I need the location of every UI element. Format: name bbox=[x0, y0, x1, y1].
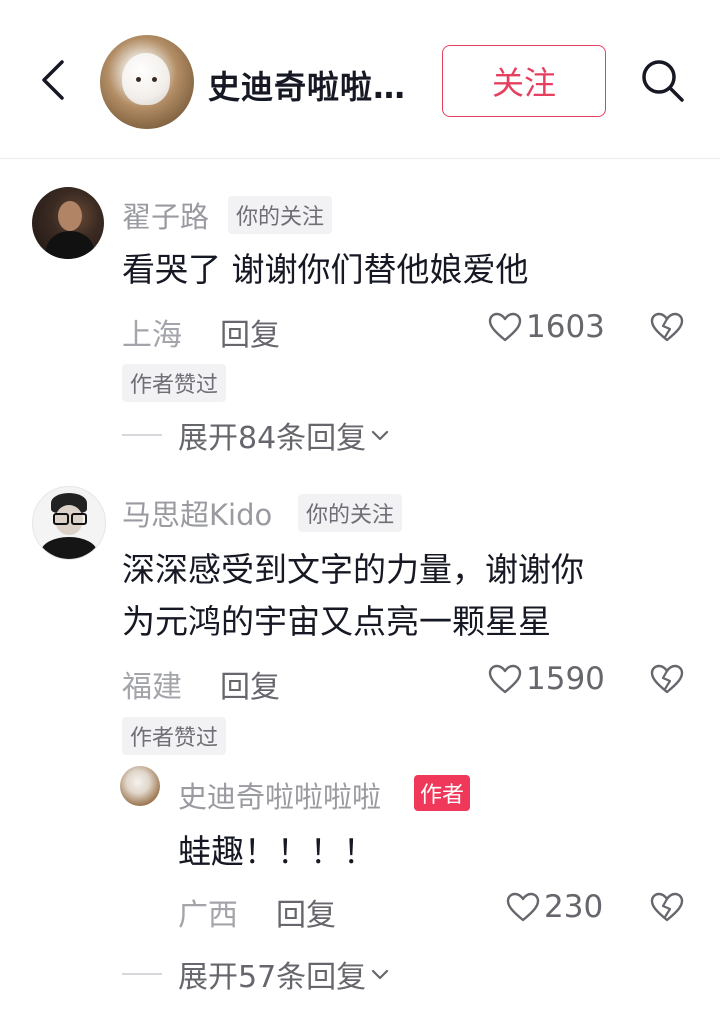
expand-replies[interactable]: 展开57条回复 bbox=[122, 952, 390, 996]
reply-button[interactable]: 回复 bbox=[220, 662, 280, 706]
top-bar: 史迪奇啦啦… 关注 bbox=[0, 0, 720, 159]
expand-replies-label: 展开84条回复 bbox=[178, 421, 367, 456]
author-liked-badge: 作者赞过 bbox=[122, 364, 227, 402]
like-count: 230 bbox=[544, 889, 604, 925]
heart-icon bbox=[506, 892, 540, 922]
chevron-down-icon bbox=[372, 430, 389, 441]
heart-icon bbox=[488, 312, 522, 342]
following-tag: 你的关注 bbox=[298, 494, 403, 532]
divider-line bbox=[122, 434, 162, 436]
commenter-avatar[interactable] bbox=[32, 187, 104, 259]
profile-avatar[interactable] bbox=[100, 35, 194, 129]
back-arrow-icon[interactable] bbox=[38, 58, 70, 102]
following-tag: 你的关注 bbox=[228, 196, 333, 234]
comment-location: 福建 bbox=[122, 670, 182, 705]
expand-replies-label: 展开57条回复 bbox=[178, 960, 367, 995]
search-icon[interactable] bbox=[640, 58, 686, 104]
like-count: 1590 bbox=[526, 661, 605, 697]
like-button[interactable]: 230 bbox=[506, 889, 603, 925]
comment-text-line: 深深感受到文字的力量，谢谢你 bbox=[122, 550, 584, 589]
reply-avatar[interactable] bbox=[120, 766, 160, 806]
author-liked-badge: 作者赞过 bbox=[122, 717, 227, 755]
reply-location: 广西 bbox=[178, 898, 238, 933]
reply-text: 蛙趣！！！！ bbox=[178, 832, 376, 871]
expand-replies[interactable]: 展开84条回复 bbox=[122, 413, 390, 457]
comment-location: 上海 bbox=[122, 318, 182, 353]
like-button[interactable]: 1590 bbox=[488, 661, 605, 697]
dislike-icon[interactable] bbox=[650, 664, 684, 694]
like-count: 1603 bbox=[526, 309, 605, 345]
dislike-icon[interactable] bbox=[650, 892, 684, 922]
heart-icon bbox=[488, 664, 522, 694]
comment-text-line: 为元鸿的宇宙又点亮一颗星星 bbox=[122, 602, 551, 641]
reply-username[interactable]: 史迪奇啦啦啦啦 bbox=[178, 774, 381, 816]
comment-username[interactable]: 翟子路 bbox=[122, 194, 209, 236]
chevron-down-icon bbox=[372, 969, 389, 980]
comment-username[interactable]: 马思超Kido bbox=[122, 492, 272, 534]
dislike-icon[interactable] bbox=[650, 312, 684, 342]
profile-name[interactable]: 史迪奇啦啦… bbox=[208, 62, 406, 108]
reply-button[interactable]: 回复 bbox=[220, 310, 280, 354]
divider-line bbox=[122, 973, 162, 975]
follow-button[interactable]: 关注 bbox=[442, 45, 606, 117]
reply-button[interactable]: 回复 bbox=[276, 890, 336, 934]
author-badge: 作者 bbox=[414, 775, 471, 811]
comment-text: 看哭了 谢谢你们替他娘爱他 bbox=[122, 250, 529, 289]
commenter-avatar[interactable] bbox=[32, 486, 106, 560]
like-button[interactable]: 1603 bbox=[488, 309, 605, 345]
